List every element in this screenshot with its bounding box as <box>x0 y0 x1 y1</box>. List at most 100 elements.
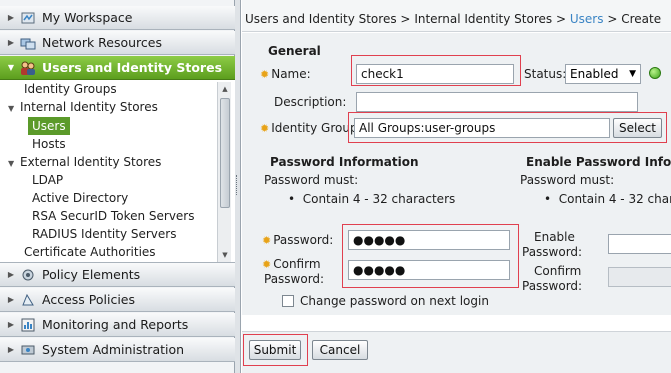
access-policies-icon <box>22 293 34 305</box>
breadcrumb: Users and Identity Stores > Internal Ide… <box>242 0 671 32</box>
enable-password-must-label: Password must: <box>520 173 615 187</box>
content-pane: Users and Identity Stores > Internal Ide… <box>242 0 671 373</box>
password-info-heading: Password Information <box>270 155 419 169</box>
dropdown-arrow-icon: ▼ <box>629 69 636 79</box>
nav-monitoring-reports[interactable]: ▶ Monitoring and Reports <box>0 313 235 337</box>
network-icon <box>20 38 36 49</box>
users-icon <box>21 61 35 75</box>
password-input[interactable]: ●●●●● <box>348 230 510 250</box>
nav-label: Access Policies <box>42 292 135 307</box>
nav-label: Users and Identity Stores <box>42 60 223 75</box>
collapse-arrow-icon[interactable]: ▼ <box>4 63 18 72</box>
identity-group-input[interactable]: All Groups:user-groups <box>354 118 610 138</box>
enable-password-label-2: Password: <box>522 245 583 259</box>
collapse-arrow-icon[interactable]: ▼ <box>8 155 20 173</box>
tree-item-external-identity-stores[interactable]: ▼ External Identity Stores <box>8 153 161 171</box>
status-select[interactable]: Enabled ▼ <box>565 64 641 84</box>
tree-item-internal-identity-stores[interactable]: ▼ Internal Identity Stores <box>8 98 158 116</box>
scroll-thumb[interactable] <box>220 98 230 208</box>
password-label-text: Password: <box>273 233 334 247</box>
expand-arrow-icon[interactable]: ▶ <box>4 295 18 304</box>
status-indicator-icon <box>649 67 661 79</box>
status-label: Status: <box>524 67 567 81</box>
name-label-text: Name: <box>271 67 311 81</box>
nav-label: Policy Elements <box>42 267 141 282</box>
nav-network-resources[interactable]: ▶ Network Resources <box>0 31 235 55</box>
nav-scrollbar[interactable]: ▲ ▼ <box>217 82 231 262</box>
status-value: Enabled <box>570 67 619 81</box>
nav-policy-elements[interactable]: ▶ Policy Elements <box>0 263 235 287</box>
workspace-icon <box>21 12 35 23</box>
nav-tree: Identity Groups ▼ Internal Identity Store… <box>0 80 235 263</box>
enable-password-heading: Enable Password Informa <box>526 155 671 169</box>
confirm-password-input[interactable]: ●●●●● <box>348 260 510 280</box>
required-icon: ✹ <box>262 258 272 271</box>
password-rule: • Contain 4 - 32 characters <box>288 192 456 206</box>
tree-item-certificate-authorities[interactable]: Certificate Authorities <box>24 243 156 261</box>
enable-confirm-label-2: Password: <box>522 279 583 293</box>
scroll-up-icon[interactable]: ▲ <box>219 83 231 95</box>
collapse-arrow-icon[interactable]: ▼ <box>8 100 20 118</box>
enable-password-rule-text: Contain 4 - 32 charac <box>558 192 671 206</box>
name-input[interactable]: check1 <box>356 64 514 84</box>
tree-item-active-directory[interactable]: Active Directory <box>32 189 128 207</box>
policy-elements-icon <box>22 269 34 280</box>
create-user-form: General ✹ Name: check1 Status: Enabled ▼ D… <box>242 33 671 315</box>
description-input[interactable] <box>356 92 638 112</box>
nav-label: Network Resources <box>42 35 163 50</box>
tree-label: Internal Identity Stores <box>20 100 158 114</box>
splitter-grip-icon[interactable] <box>236 175 239 195</box>
enable-confirm-input <box>608 267 671 287</box>
expand-arrow-icon[interactable]: ▶ <box>4 13 18 22</box>
expand-arrow-icon[interactable]: ▶ <box>4 38 18 47</box>
pane-splitter[interactable] <box>235 0 241 373</box>
confirm-label-text: Confirm <box>273 257 321 271</box>
confirm-password-label-2: Password: <box>264 272 325 286</box>
tree-item-rsa-securid[interactable]: RSA SecurID Token Servers <box>32 207 195 225</box>
password-label: ✹ Password: <box>262 233 333 247</box>
breadcrumb-link-users[interactable]: Users <box>570 12 604 26</box>
password-must-label: Password must: <box>264 173 359 187</box>
description-label: Description: <box>274 95 347 109</box>
password-rule-text: Contain 4 - 32 characters <box>302 192 456 206</box>
enable-confirm-label: Confirm <box>534 264 582 278</box>
submit-button[interactable]: Submit <box>249 340 301 360</box>
enable-password-rule: • Contain 4 - 32 charac <box>544 192 671 206</box>
form-footer: Submit Cancel <box>242 331 671 373</box>
name-label: ✹ Name: <box>260 67 311 81</box>
enable-password-label: Enable <box>534 230 575 244</box>
tree-item-hosts[interactable]: Hosts <box>32 135 66 153</box>
required-icon: ✹ <box>260 68 270 81</box>
nav-system-administration[interactable]: ▶ System Administration <box>0 338 235 362</box>
acs-window: ▶ My Workspace ▶ Network Resources ▼ Use… <box>0 0 671 373</box>
navigation-pane: ▶ My Workspace ▶ Network Resources ▼ Use… <box>0 0 235 373</box>
cancel-button[interactable]: Cancel <box>312 340 368 360</box>
required-icon: ✹ <box>260 122 270 135</box>
breadcrumb-separator: > <box>607 12 618 26</box>
identity-group-label-text: Identity Group: <box>271 121 362 135</box>
nav-label: My Workspace <box>42 10 133 25</box>
enable-password-input[interactable] <box>608 234 671 254</box>
general-heading: General <box>268 44 321 58</box>
expand-arrow-icon[interactable]: ▶ <box>4 270 18 279</box>
expand-arrow-icon[interactable]: ▶ <box>4 320 18 329</box>
nav-label: System Administration <box>42 342 185 357</box>
nav-access-policies[interactable]: ▶ Access Policies <box>0 288 235 312</box>
breadcrumb-separator: > <box>400 12 411 26</box>
tree-item-radius-identity-servers[interactable]: RADIUS Identity Servers <box>32 225 176 243</box>
tree-item-identity-groups[interactable]: Identity Groups <box>24 80 117 98</box>
nav-my-workspace[interactable]: ▶ My Workspace <box>0 6 235 30</box>
expand-arrow-icon[interactable]: ▶ <box>4 345 18 354</box>
change-password-checkbox[interactable] <box>282 295 294 307</box>
select-button[interactable]: Select <box>613 118 662 138</box>
change-password-label: Change password on next login <box>300 294 489 308</box>
breadcrumb-separator: > <box>555 12 567 26</box>
scroll-down-icon[interactable]: ▼ <box>219 249 231 261</box>
nav-users-identity-stores[interactable]: ▼ Users and Identity Stores <box>0 56 235 80</box>
monitoring-icon <box>21 318 35 331</box>
breadcrumb-item: Create <box>621 12 662 26</box>
confirm-password-label: ✹ Confirm <box>262 257 321 271</box>
tree-item-users[interactable]: Users <box>28 117 70 135</box>
breadcrumb-item: Users and Identity Stores <box>245 12 397 26</box>
tree-item-ldap[interactable]: LDAP <box>32 171 63 189</box>
